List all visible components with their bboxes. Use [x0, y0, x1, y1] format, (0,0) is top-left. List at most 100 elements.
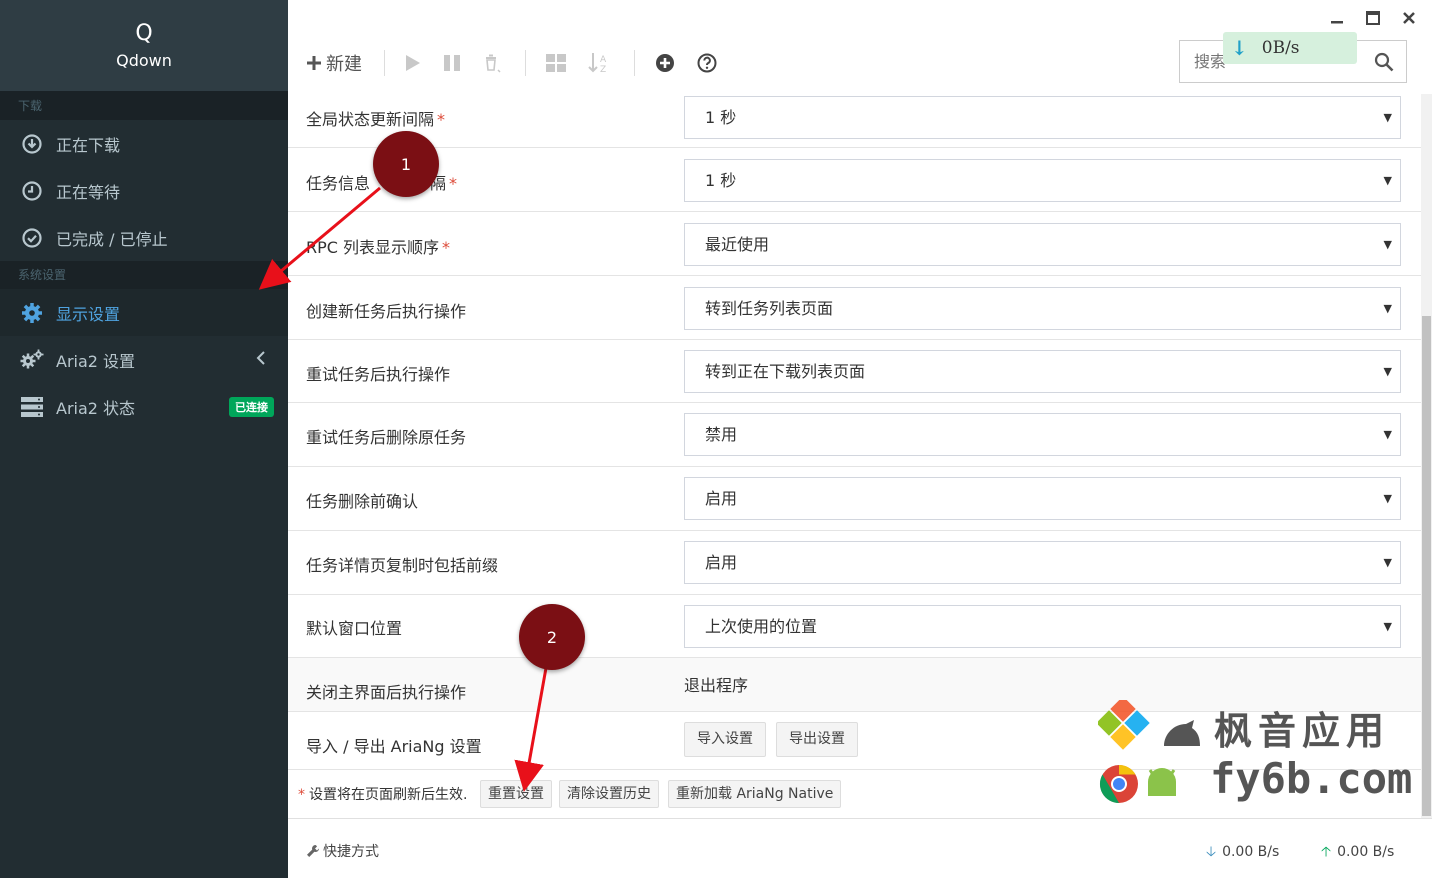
- setting-row: 重试任务后删除原任务 禁用 ▼: [288, 403, 1421, 467]
- sidebar-item-aria2-status[interactable]: Aria2 状态 已连接: [0, 383, 288, 430]
- maximize-icon[interactable]: [1362, 8, 1384, 28]
- select-all-button[interactable]: [546, 54, 566, 72]
- connected-badge: 已连接: [229, 396, 274, 417]
- new-task-button[interactable]: 新建: [306, 50, 362, 76]
- close-action-value: 退出程序: [684, 676, 749, 695]
- close-icon[interactable]: [1398, 8, 1420, 28]
- arrow-down-icon: ↓: [1231, 36, 1248, 60]
- export-settings-button[interactable]: 导出设置: [776, 722, 858, 757]
- sidebar-item-label: Aria2 状态: [56, 398, 136, 418]
- action-toolbar: 新建 AZ: [306, 48, 739, 78]
- after-create-task-select[interactable]: 转到任务列表页面 ▼: [684, 287, 1401, 330]
- watermark-text-cn: 枫音应用: [1214, 709, 1391, 753]
- sort-alpha-icon: AZ: [588, 53, 607, 74]
- sidebar-item-label: 已完成 / 已停止: [56, 229, 168, 249]
- new-task-label: 新建: [326, 54, 362, 75]
- toolbar-divider: [384, 50, 385, 76]
- delete-button[interactable]: [483, 53, 503, 73]
- sidebar-item-stopped[interactable]: 已完成 / 已停止: [0, 214, 288, 261]
- setting-label: 关闭主界面后执行操作: [306, 683, 467, 702]
- play-icon: [406, 55, 420, 71]
- setting-row: 任务详情页复制时包括前缀 启用 ▼: [288, 531, 1421, 595]
- arrow-down-icon: 🡣: [1206, 844, 1217, 860]
- wrench-icon: [307, 845, 319, 857]
- window-position-select[interactable]: 上次使用的位置 ▼: [684, 605, 1401, 648]
- import-settings-button[interactable]: 导入设置: [684, 722, 766, 757]
- brand: Q Qdown: [0, 0, 288, 92]
- setting-label: 重试任务后执行操作: [306, 365, 451, 384]
- trash-icon: [486, 54, 501, 73]
- pause-icon: [444, 55, 460, 71]
- help-button[interactable]: [697, 53, 717, 73]
- scrollbar-thumb[interactable]: [1422, 316, 1431, 816]
- sidebar-item-aria2-settings[interactable]: Aria2 设置: [0, 336, 288, 383]
- watermark-text-domain: fy6b.com: [1210, 754, 1413, 803]
- setting-row: 创建新任务后执行操作 转到任务列表页面 ▼: [288, 276, 1421, 340]
- clear-history-button[interactable]: 清除设置历史: [559, 780, 659, 808]
- download-circle-icon: [20, 132, 44, 156]
- setting-label: 全局状态更新间隔 *: [306, 110, 446, 129]
- gears-icon: [20, 348, 44, 372]
- speed-overlay-value: 0B/s: [1261, 38, 1300, 58]
- sidebar-item-downloading[interactable]: 正在下载: [0, 120, 288, 167]
- setting-label: 导入 / 导出 AriaNg 设置: [306, 737, 482, 756]
- remove-original-task-select[interactable]: 禁用 ▼: [684, 413, 1401, 456]
- sort-button[interactable]: AZ: [588, 52, 612, 74]
- setting-label: 任务详情页复制时包括前缀: [306, 556, 499, 575]
- plus-icon: [307, 56, 321, 70]
- after-retry-task-select[interactable]: 转到正在下载列表页面 ▼: [684, 350, 1401, 393]
- confirm-delete-select[interactable]: 启用 ▼: [684, 477, 1401, 520]
- clock-icon: [20, 179, 44, 203]
- question-circle-icon: [697, 53, 717, 73]
- search-icon[interactable]: [1374, 52, 1394, 76]
- global-update-interval-select[interactable]: 1 秒 ▼: [684, 96, 1401, 139]
- toolbar-divider: [525, 50, 526, 76]
- copy-prefix-select[interactable]: 启用 ▼: [684, 541, 1401, 584]
- check-circle-icon: [20, 226, 44, 250]
- pause-button[interactable]: [443, 54, 461, 72]
- download-speed: 🡣 0.00 B/s: [1206, 844, 1280, 860]
- setting-row: RPC 列表显示顺序 * 最近使用 ▼: [288, 212, 1421, 276]
- annotation-marker-2: 2: [519, 604, 585, 670]
- setting-label: 默认窗口位置: [306, 619, 403, 638]
- section-settings-header: 系统设置: [0, 261, 288, 289]
- watermark: 枫音应用 fy6b.com: [1098, 700, 1412, 810]
- arrow-up-icon: 🡡: [1321, 844, 1332, 860]
- watermark-logo: [1098, 700, 1200, 804]
- setting-label: 任务删除前确认: [306, 492, 419, 511]
- gear-icon: [20, 301, 44, 325]
- window-controls: [1326, 8, 1420, 28]
- setting-row: 重试任务后执行操作 转到正在下载列表页面 ▼: [288, 340, 1421, 403]
- reset-settings-button[interactable]: 重置设置: [480, 780, 552, 808]
- sidebar-item-label: Aria2 设置: [56, 351, 136, 371]
- grid-icon: [546, 54, 566, 72]
- sidebar-item-label: 正在等待: [56, 182, 121, 202]
- setting-label: 重试任务后删除原任务: [306, 428, 467, 447]
- server-icon: [20, 395, 44, 419]
- setting-row: 任务删除前确认 启用 ▼: [288, 467, 1421, 531]
- plus-circle-icon: [656, 54, 674, 72]
- speed-overlay: ↓ 0B/s: [1223, 32, 1357, 64]
- svg-text:Z: Z: [600, 65, 606, 74]
- setting-label: 创建新任务后执行操作: [306, 302, 467, 321]
- add-rpc-button[interactable]: [655, 53, 675, 73]
- sidebar-item-label: 显示设置: [56, 304, 121, 324]
- toolbar-divider: [634, 50, 635, 76]
- sidebar-item-display-settings[interactable]: 显示设置: [0, 289, 288, 336]
- svg-text:A: A: [600, 55, 607, 65]
- rpc-list-order-select[interactable]: 最近使用 ▼: [684, 223, 1401, 266]
- brand-name[interactable]: Qdown: [116, 51, 172, 70]
- scrollbar[interactable]: [1421, 94, 1432, 818]
- brand-logo: Q: [135, 21, 153, 46]
- shortcut-link[interactable]: 快捷方式: [306, 841, 379, 861]
- section-download-header: 下载: [0, 92, 288, 120]
- start-button[interactable]: [405, 54, 421, 72]
- setting-label: RPC 列表显示顺序 *: [306, 238, 451, 257]
- minimize-icon[interactable]: [1326, 8, 1348, 28]
- refresh-note: * 设置将在页面刷新后生效.: [298, 787, 468, 803]
- reload-ariang-button[interactable]: 重新加载 AriaNg Native: [668, 780, 842, 808]
- sidebar-item-label: 正在下载: [56, 135, 121, 155]
- sidebar: Q Qdown 下载 正在下载 正在等待 已完成 / 已停止 系统设置 显示设置…: [0, 0, 288, 878]
- sidebar-item-waiting[interactable]: 正在等待: [0, 167, 288, 214]
- task-info-interval-select[interactable]: 1 秒 ▼: [684, 159, 1401, 202]
